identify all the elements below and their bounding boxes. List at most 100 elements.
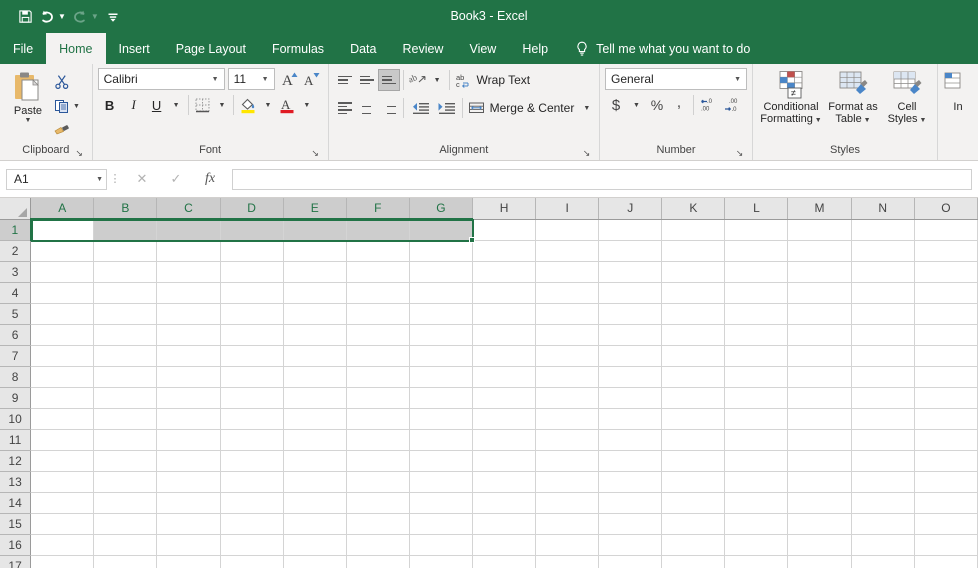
cell-g12[interactable] bbox=[409, 450, 474, 472]
cell-l8[interactable] bbox=[724, 366, 789, 388]
cell-a16[interactable] bbox=[30, 534, 95, 556]
cell-d12[interactable] bbox=[220, 450, 284, 472]
cell-l4[interactable] bbox=[724, 282, 789, 304]
increase-font-size-button[interactable]: A bbox=[279, 68, 301, 90]
cell-g5[interactable] bbox=[409, 303, 474, 325]
insert-cells-button[interactable]: In bbox=[943, 68, 973, 113]
cell-i14[interactable] bbox=[535, 492, 600, 514]
cell-j9[interactable] bbox=[598, 387, 663, 409]
cell-f5[interactable] bbox=[346, 303, 410, 325]
cell-e8[interactable] bbox=[283, 366, 347, 388]
clipboard-dialog-launcher[interactable]: ↘ bbox=[74, 148, 85, 159]
cell-h3[interactable] bbox=[472, 261, 537, 283]
cell-c3[interactable] bbox=[156, 261, 221, 283]
column-header-d[interactable]: D bbox=[220, 198, 284, 220]
cell-a7[interactable] bbox=[30, 345, 95, 367]
tab-data[interactable]: Data bbox=[337, 33, 389, 64]
cell-b16[interactable] bbox=[93, 534, 158, 556]
cell-j2[interactable] bbox=[598, 240, 663, 262]
middle-align-button[interactable] bbox=[356, 69, 378, 91]
cell-o4[interactable] bbox=[914, 282, 978, 304]
row-header-11[interactable]: 11 bbox=[0, 429, 32, 451]
number-format-combo[interactable]: General ▼ bbox=[605, 68, 747, 90]
cell-n5[interactable] bbox=[851, 303, 915, 325]
cell-a12[interactable] bbox=[30, 450, 95, 472]
cell-b3[interactable] bbox=[93, 261, 158, 283]
row-header-8[interactable]: 8 bbox=[0, 366, 32, 388]
cell-m16[interactable] bbox=[787, 534, 852, 556]
cell-o6[interactable] bbox=[914, 324, 978, 346]
cell-k15[interactable] bbox=[661, 513, 726, 535]
column-header-a[interactable]: A bbox=[30, 198, 95, 220]
cell-i5[interactable] bbox=[535, 303, 600, 325]
tell-me-box[interactable]: Tell me what you want to do bbox=[561, 33, 760, 64]
cell-m10[interactable] bbox=[787, 408, 852, 430]
bottom-align-button[interactable] bbox=[377, 69, 400, 91]
cell-o11[interactable] bbox=[914, 429, 978, 451]
cell-f11[interactable] bbox=[346, 429, 410, 451]
cell-h8[interactable] bbox=[472, 366, 537, 388]
cell-d2[interactable] bbox=[220, 240, 284, 262]
cell-o17[interactable] bbox=[914, 555, 978, 568]
cell-d5[interactable] bbox=[220, 303, 284, 325]
cell-c1[interactable] bbox=[156, 219, 221, 241]
cell-g7[interactable] bbox=[409, 345, 474, 367]
column-header-j[interactable]: J bbox=[598, 198, 663, 220]
cell-g2[interactable] bbox=[409, 240, 474, 262]
cell-g11[interactable] bbox=[409, 429, 474, 451]
fill-color-dropdown-icon[interactable]: ▼ bbox=[259, 102, 276, 109]
cell-f10[interactable] bbox=[346, 408, 410, 430]
format-painter-button[interactable] bbox=[51, 118, 80, 142]
cell-h2[interactable] bbox=[472, 240, 537, 262]
cell-l14[interactable] bbox=[724, 492, 789, 514]
font-color-button[interactable]: A bbox=[276, 94, 298, 116]
cell-n8[interactable] bbox=[851, 366, 915, 388]
cell-d8[interactable] bbox=[220, 366, 284, 388]
cell-f1[interactable] bbox=[346, 219, 410, 241]
decrease-decimal-button[interactable]: .00 .0 bbox=[721, 94, 745, 116]
cell-b6[interactable] bbox=[93, 324, 158, 346]
cell-c15[interactable] bbox=[156, 513, 221, 535]
cell-g6[interactable] bbox=[409, 324, 474, 346]
column-header-l[interactable]: L bbox=[724, 198, 789, 220]
cell-o14[interactable] bbox=[914, 492, 978, 514]
borders-dropdown-icon[interactable]: ▼ bbox=[214, 102, 231, 109]
cell-i7[interactable] bbox=[535, 345, 600, 367]
cell-e2[interactable] bbox=[283, 240, 347, 262]
cell-j17[interactable] bbox=[598, 555, 663, 568]
cell-o2[interactable] bbox=[914, 240, 978, 262]
cell-e1[interactable] bbox=[283, 219, 347, 241]
cell-styles-dropdown-icon[interactable]: ▼ bbox=[918, 117, 926, 124]
cell-h13[interactable] bbox=[472, 471, 537, 493]
cell-c2[interactable] bbox=[156, 240, 221, 262]
cell-a6[interactable] bbox=[30, 324, 95, 346]
cell-g9[interactable] bbox=[409, 387, 474, 409]
cell-e10[interactable] bbox=[283, 408, 347, 430]
cell-h6[interactable] bbox=[472, 324, 537, 346]
name-box[interactable]: A1 ▼ bbox=[6, 168, 107, 190]
cell-h12[interactable] bbox=[472, 450, 537, 472]
cell-f12[interactable] bbox=[346, 450, 410, 472]
cell-j15[interactable] bbox=[598, 513, 663, 535]
cell-a15[interactable] bbox=[30, 513, 95, 535]
row-header-13[interactable]: 13 bbox=[0, 471, 32, 493]
number-dialog-launcher[interactable]: ↘ bbox=[734, 148, 745, 159]
cell-j6[interactable] bbox=[598, 324, 663, 346]
cell-c8[interactable] bbox=[156, 366, 221, 388]
enter-entry-button[interactable]: ✓ bbox=[159, 169, 193, 190]
italic-button[interactable]: I bbox=[122, 94, 146, 116]
wrap-text-button[interactable]: ab c Wrap Text bbox=[453, 68, 533, 92]
cell-i10[interactable] bbox=[535, 408, 600, 430]
formula-bar-drag-handle[interactable]: ⋮ bbox=[107, 173, 123, 185]
cell-h5[interactable] bbox=[472, 303, 537, 325]
cell-i6[interactable] bbox=[535, 324, 600, 346]
font-size-dropdown-icon[interactable]: ▼ bbox=[259, 76, 272, 83]
cell-c4[interactable] bbox=[156, 282, 221, 304]
cell-j1[interactable] bbox=[598, 219, 663, 241]
cell-m6[interactable] bbox=[787, 324, 852, 346]
row-header-4[interactable]: 4 bbox=[0, 282, 32, 304]
row-header-5[interactable]: 5 bbox=[0, 303, 32, 325]
cell-b17[interactable] bbox=[93, 555, 158, 568]
borders-button[interactable] bbox=[192, 94, 214, 116]
cell-o5[interactable] bbox=[914, 303, 978, 325]
